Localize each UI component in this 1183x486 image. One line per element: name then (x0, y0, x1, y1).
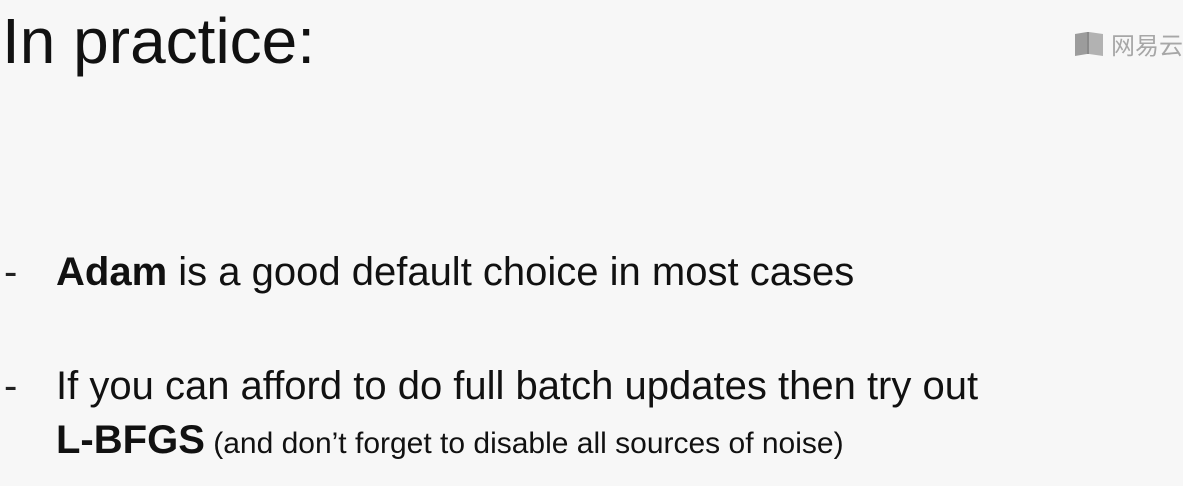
watermark: 网易云 (1073, 26, 1183, 61)
bullet-dash: - (4, 364, 18, 408)
bullet-list: - Adam is a good default choice in most … (0, 245, 1183, 471)
slide-title: In practice: (2, 5, 316, 77)
bullet-text: is a good default choice in most cases (167, 250, 855, 294)
watermark-text: 网易云 (1111, 32, 1183, 60)
book-logo-icon (1075, 31, 1103, 56)
bullet-bold-term: L-BFGS (56, 418, 205, 462)
bullet-bold-term: Adam (56, 250, 168, 294)
bullet-item-adam: - Adam is a good default choice in most … (0, 245, 1183, 299)
bullet-text-line-1: If you can afford to do full batch updat… (56, 364, 979, 408)
bullet-dash: - (4, 250, 18, 294)
bullet-note: (and don’t forget to disable all sources… (204, 427, 844, 460)
bullet-item-lbfgs: - If you can afford to do full batch upd… (0, 359, 1183, 471)
